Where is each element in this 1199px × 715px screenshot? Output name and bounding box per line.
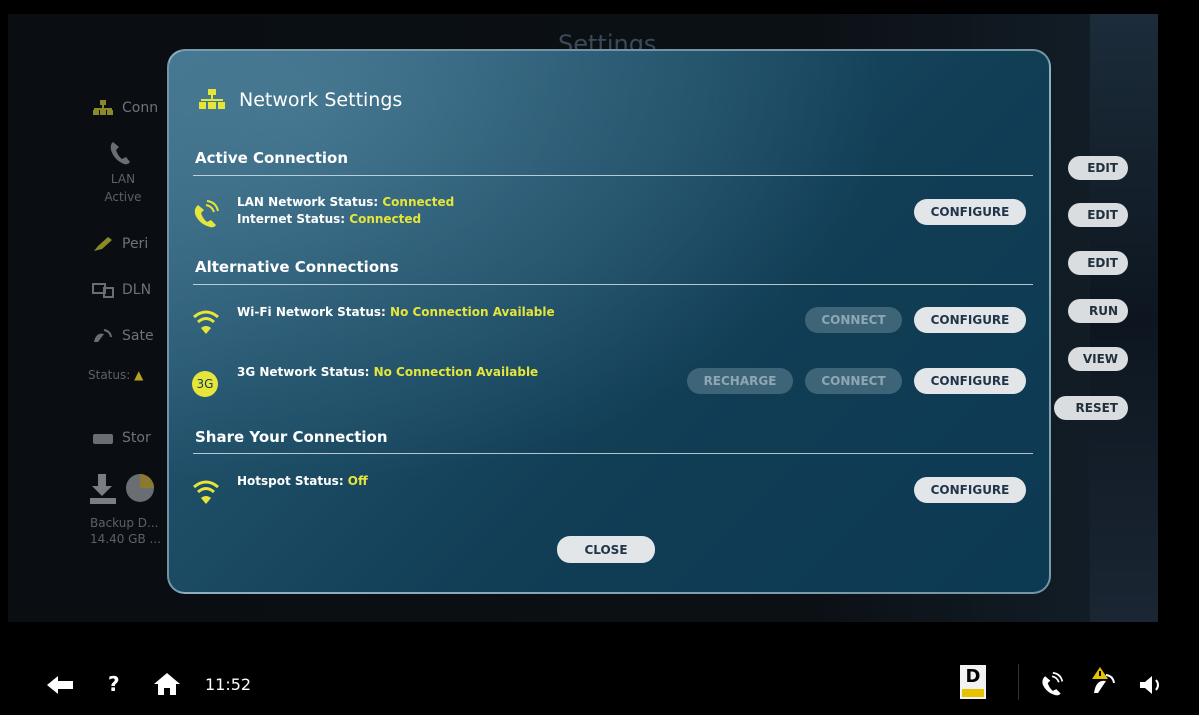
bg-sidebar-label: Conn [122,100,159,116]
3g-status-text: 3G Network Status: No Connection Availab… [237,365,539,379]
dialog-title-text: Network Settings [239,89,403,111]
bg-lan-status: Active [104,190,142,204]
bg-backup-size: 14.40 GB ... [90,532,161,546]
bg-sidebar-satellite[interactable]: Sate [92,328,154,344]
lan-status-text: LAN Network Status: Connected Internet S… [237,194,454,228]
logo-strip [962,689,984,697]
network-icon [199,89,225,109]
help-icon[interactable]: ? [108,672,120,696]
bg-sidebar-peripherals[interactable]: Peri [92,236,148,252]
pen-icon [94,237,112,251]
close-button[interactable]: CLOSE [557,536,655,563]
bg-sidebar-storage[interactable]: Stor [92,430,151,446]
bg-run-button[interactable]: RUN [1068,299,1128,323]
3g-connect-button[interactable]: CONNECT [805,368,902,394]
section-divider [193,175,1033,176]
section-divider [193,284,1033,285]
bg-edit-button[interactable]: EDIT [1068,156,1128,180]
bg-sidebar-dlna[interactable]: DLN [92,282,151,298]
bg-view-button[interactable]: VIEW [1068,347,1128,371]
bg-sidebar-label: Peri [122,236,149,252]
hotspot-wifi-icon [193,480,219,504]
hotspot-status-value: Off [347,474,368,488]
internet-status-value: Connected [349,212,422,226]
bg-satellite-status: Status: ▲ [88,368,144,382]
bg-sidebar-label: Stor [122,430,151,446]
bg-sidebar-label: Sate [122,328,154,344]
section-divider [193,453,1033,454]
bg-sidebar-connections[interactable]: Conn [92,100,158,116]
section-share-connection: Share Your Connection [195,428,388,446]
network-icon [93,100,113,115]
3g-recharge-button[interactable]: RECHARGE [687,368,793,394]
lan-status-icon[interactable] [1040,672,1064,696]
bg-sidebar-label: DLN [122,282,152,298]
wifi-configure-button[interactable]: CONFIGURE [914,307,1026,333]
wifi-status-text: Wi-Fi Network Status: No Connection Avai… [237,305,555,319]
volume-icon[interactable] [1140,675,1166,695]
3g-configure-button[interactable]: CONFIGURE [914,368,1026,394]
dialog-title: Network Settings [199,89,402,111]
bottom-bar-separator [1018,664,1019,700]
hotspot-status-text: Hotspot Status: Off [237,474,368,488]
lan-status-value: Connected [382,195,455,209]
wifi-connect-button[interactable]: CONNECT [805,307,902,333]
wifi-status-value: No Connection Available [390,305,555,319]
3g-status-value: No Connection Available [373,365,539,379]
dlna-icon [92,283,114,298]
satellite-icon [94,329,112,342]
bg-edit-button[interactable]: EDIT [1068,251,1128,275]
storage-icon [93,434,113,444]
lan-phone-icon [194,200,219,228]
lan-configure-button[interactable]: CONFIGURE [914,199,1026,225]
bg-backup-label: Backup D... [90,516,159,530]
download-icon [90,474,154,504]
lan-phone-icon [110,142,130,165]
satellite-warning-icon[interactable] [1090,667,1120,697]
home-icon[interactable] [154,673,180,695]
warning-icon: ▲ [134,368,144,382]
network-settings-dialog: Network Settings Active Connection LAN N… [167,49,1051,594]
hotspot-configure-button[interactable]: CONFIGURE [914,477,1026,503]
bg-lan-label: LAN [110,172,136,186]
3g-icon: 3G [192,371,218,397]
wifi-icon [193,310,219,334]
bg-edit-button[interactable]: EDIT [1068,203,1128,227]
bg-reset-button[interactable]: RESET [1054,396,1128,420]
internet-status: Internet Status: Connected [237,212,422,226]
brand-logo: D [960,665,986,699]
clock-time: 11:52 [205,675,252,694]
back-arrow-icon[interactable] [47,676,73,694]
section-active-connection: Active Connection [195,149,349,167]
section-alternative-connections: Alternative Connections [195,258,399,276]
lan-network-status: LAN Network Status: Connected [237,195,455,209]
